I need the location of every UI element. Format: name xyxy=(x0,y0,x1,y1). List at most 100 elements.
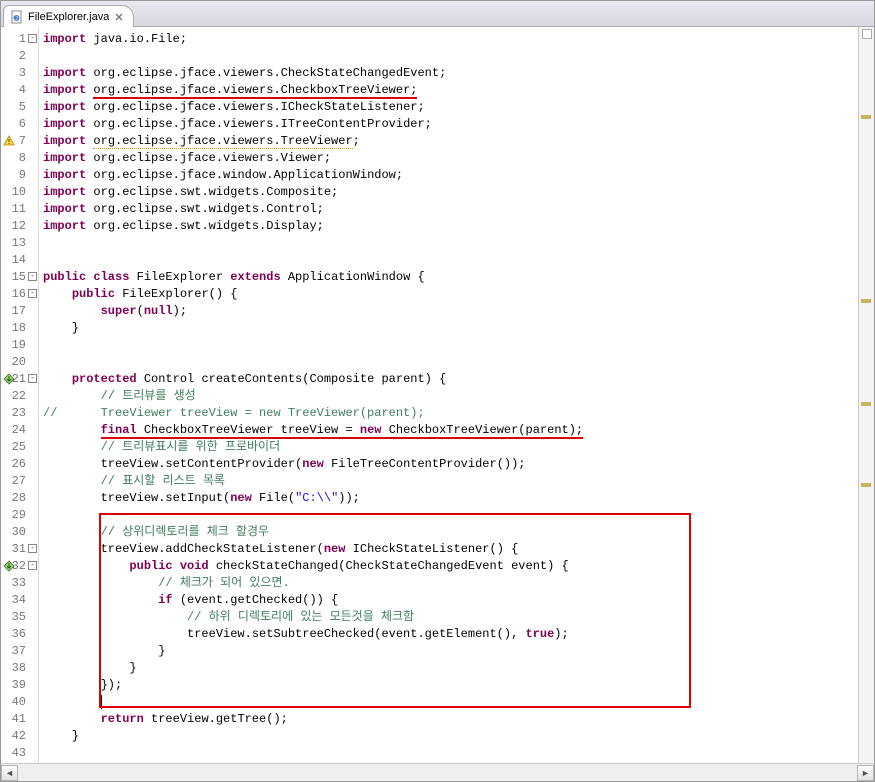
code-line[interactable]: } xyxy=(43,320,858,337)
line-number: 6 xyxy=(1,116,38,133)
line-number: 25 xyxy=(1,439,38,456)
code-line[interactable]: import org.eclipse.swt.widgets.Composite… xyxy=(43,184,858,201)
code-line[interactable]: protected Control createContents(Composi… xyxy=(43,371,858,388)
code-line[interactable]: return treeView.getTree(); xyxy=(43,711,858,728)
overview-mark[interactable] xyxy=(861,483,871,487)
line-number: 8 xyxy=(1,150,38,167)
line-number: 13 xyxy=(1,235,38,252)
code-line[interactable]: import org.eclipse.jface.viewers.TreeVie… xyxy=(43,133,858,150)
overview-ruler[interactable] xyxy=(858,27,874,763)
line-number: 2 xyxy=(1,48,38,65)
code-line[interactable]: // 상위디렉토리를 체크 할경우 xyxy=(43,524,858,541)
line-number: 39 xyxy=(1,677,38,694)
code-line[interactable]: public void checkStateChanged(CheckState… xyxy=(43,558,858,575)
code-line[interactable] xyxy=(43,507,858,524)
code-line[interactable] xyxy=(43,235,858,252)
line-number: 17 xyxy=(1,303,38,320)
line-number: 27 xyxy=(1,473,38,490)
code-line[interactable]: import java.io.File; xyxy=(43,31,858,48)
line-number: 18 xyxy=(1,320,38,337)
line-number: 19 xyxy=(1,337,38,354)
code-line[interactable]: // 표시할 리스트 목록 xyxy=(43,473,858,490)
code-editor[interactable]: import java.io.File; import org.eclipse.j… xyxy=(39,27,858,763)
line-number: 34 xyxy=(1,592,38,609)
editor-tab-bar: J FileExplorer.java xyxy=(1,1,874,27)
line-number: 28 xyxy=(1,490,38,507)
code-line[interactable]: import org.eclipse.jface.window.Applicat… xyxy=(43,167,858,184)
fold-toggle-icon[interactable]: - xyxy=(28,544,37,553)
code-line[interactable]: if (event.getChecked()) { xyxy=(43,592,858,609)
scroll-right-arrow[interactable]: ► xyxy=(857,765,874,781)
line-number: 43 xyxy=(1,745,38,762)
code-line[interactable]: import org.eclipse.swt.widgets.Control; xyxy=(43,201,858,218)
overview-mark[interactable] xyxy=(861,299,871,303)
fold-toggle-icon[interactable]: - xyxy=(28,289,37,298)
code-line[interactable]: } xyxy=(43,660,858,677)
fold-toggle-icon[interactable]: - xyxy=(28,34,37,43)
line-number: 41 xyxy=(1,711,38,728)
line-number: 16- xyxy=(1,286,38,303)
line-number: 14 xyxy=(1,252,38,269)
override-icon xyxy=(3,373,15,385)
fold-toggle-icon[interactable]: - xyxy=(28,272,37,281)
line-number: 33 xyxy=(1,575,38,592)
line-number: 40 xyxy=(1,694,38,711)
code-line[interactable]: public FileExplorer() { xyxy=(43,286,858,303)
fold-toggle-icon[interactable]: - xyxy=(28,561,37,570)
code-line[interactable]: import org.eclipse.jface.viewers.CheckSt… xyxy=(43,65,858,82)
scroll-left-arrow[interactable]: ◄ xyxy=(1,765,18,781)
code-line[interactable]: treeView.addCheckStateListener(new IChec… xyxy=(43,541,858,558)
line-number: 11 xyxy=(1,201,38,218)
code-line[interactable] xyxy=(43,337,858,354)
code-line[interactable]: import org.eclipse.jface.viewers.ITreeCo… xyxy=(43,116,858,133)
code-line[interactable]: } xyxy=(43,728,858,745)
overview-mark[interactable] xyxy=(861,402,871,406)
line-number: 42 xyxy=(1,728,38,745)
code-line[interactable]: super(null); xyxy=(43,303,858,320)
code-line[interactable]: treeView.setContentProvider(new FileTree… xyxy=(43,456,858,473)
code-line[interactable]: final CheckboxTreeViewer treeView = new … xyxy=(43,422,858,439)
code-line[interactable]: import org.eclipse.jface.viewers.Viewer; xyxy=(43,150,858,167)
horizontal-scrollbar[interactable]: ◄ ► xyxy=(1,763,874,781)
line-number: 35 xyxy=(1,609,38,626)
code-line[interactable]: treeView.setInput(new File("C:\\")); xyxy=(43,490,858,507)
line-number: 22 xyxy=(1,388,38,405)
code-line[interactable]: // 하위 디렉토리에 있는 모든것을 체크함 xyxy=(43,609,858,626)
code-line[interactable]: // 트리뷰표시를 위한 프로바이더 xyxy=(43,439,858,456)
code-line[interactable]: import org.eclipse.jface.viewers.ICheckS… xyxy=(43,99,858,116)
line-number: 15- xyxy=(1,269,38,286)
line-number-gutter[interactable]: 1-23456789101112131415-16-1718192021-222… xyxy=(1,27,39,763)
code-line[interactable]: treeView.setSubtreeChecked(event.getElem… xyxy=(43,626,858,643)
code-line[interactable]: // TreeViewer treeView = new TreeViewer(… xyxy=(43,405,858,422)
line-number: 37 xyxy=(1,643,38,660)
line-number: 29 xyxy=(1,507,38,524)
code-line[interactable]: // 트리뷰를 생성 xyxy=(43,388,858,405)
line-number: 7 xyxy=(1,133,38,150)
scroll-track[interactable] xyxy=(18,765,857,781)
fold-toggle-icon[interactable]: - xyxy=(28,374,37,383)
line-number: 23 xyxy=(1,405,38,422)
code-line[interactable]: import org.eclipse.jface.viewers.Checkbo… xyxy=(43,82,858,99)
line-number: 10 xyxy=(1,184,38,201)
code-line[interactable]: }); xyxy=(43,677,858,694)
code-line[interactable] xyxy=(43,252,858,269)
code-line[interactable] xyxy=(43,48,858,65)
code-line[interactable] xyxy=(43,354,858,371)
code-line[interactable] xyxy=(43,694,858,711)
code-line[interactable]: // 체크가 되어 있으면. xyxy=(43,575,858,592)
warning-icon xyxy=(3,135,15,147)
line-number: 1- xyxy=(1,31,38,48)
line-number: 31- xyxy=(1,541,38,558)
close-icon[interactable] xyxy=(113,11,125,23)
code-line[interactable]: } xyxy=(43,643,858,660)
code-line[interactable] xyxy=(43,745,858,762)
overview-mark[interactable] xyxy=(861,115,871,119)
line-number: 38 xyxy=(1,660,38,677)
tab-filename: FileExplorer.java xyxy=(28,11,109,23)
code-line[interactable]: import org.eclipse.swt.widgets.Display; xyxy=(43,218,858,235)
editor-tab[interactable]: J FileExplorer.java xyxy=(3,5,134,27)
code-line[interactable]: public class FileExplorer extends Applic… xyxy=(43,269,858,286)
line-number: 36 xyxy=(1,626,38,643)
line-number: 26 xyxy=(1,456,38,473)
editor-area: 1-23456789101112131415-16-1718192021-222… xyxy=(1,27,874,763)
